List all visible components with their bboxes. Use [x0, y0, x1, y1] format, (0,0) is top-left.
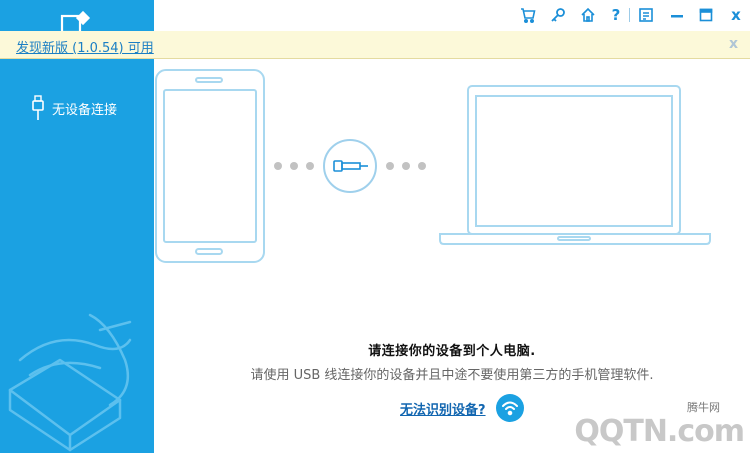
close-icon[interactable]: x — [726, 4, 746, 26]
sidebar: 无设备连接 — [0, 0, 154, 453]
site-watermark: 腾牛网 QQTN.com — [534, 399, 745, 449]
cannot-recognize-device-link[interactable]: 无法识别设备? — [400, 399, 486, 418]
shopping-cart-icon[interactable] — [518, 4, 538, 26]
help-row: 无法识别设备? — [400, 393, 524, 423]
update-notice-bar: 发现新版 (1.0.54) 可用 x — [0, 31, 750, 59]
key-icon[interactable] — [548, 4, 568, 26]
phone-illustration — [155, 69, 265, 263]
feedback-icon[interactable] — [636, 4, 656, 26]
update-available-link[interactable]: 发现新版 (1.0.54) 可用 — [16, 37, 154, 56]
watermark-text: 腾牛网 — [687, 401, 720, 414]
watermark-logo: QQTN.com — [574, 414, 745, 449]
connector-dots-right — [386, 162, 426, 170]
laptop-illustration — [439, 85, 711, 245]
home-icon[interactable] — [578, 4, 598, 26]
hand-phone-illustration — [8, 313, 132, 452]
notice-close-icon[interactable]: x — [729, 36, 738, 52]
usb-cable-icon — [323, 139, 377, 193]
help-icon[interactable]: ? — [606, 4, 626, 26]
connector-dots-left — [274, 162, 314, 170]
usb-plug-icon — [32, 95, 44, 120]
wifi-connect-button[interactable] — [495, 394, 524, 422]
connection-diagram — [155, 69, 711, 263]
device-status-label: 无设备连接 — [52, 102, 118, 118]
wifi-icon — [501, 401, 518, 416]
title-bar-separator — [629, 8, 630, 22]
title-bar: ? x — [154, 0, 750, 32]
minimize-icon[interactable] — [667, 4, 687, 26]
sidebar-item-device-status[interactable]: 无设备连接 — [0, 90, 154, 126]
maximize-icon[interactable] — [696, 4, 716, 26]
connect-device-title: 请连接你的设备到个人电脑. — [368, 344, 536, 359]
connect-device-instructions: 请使用 USB 线连接你的设备并且中途不要使用第三方的手机管理软件. — [250, 368, 654, 383]
